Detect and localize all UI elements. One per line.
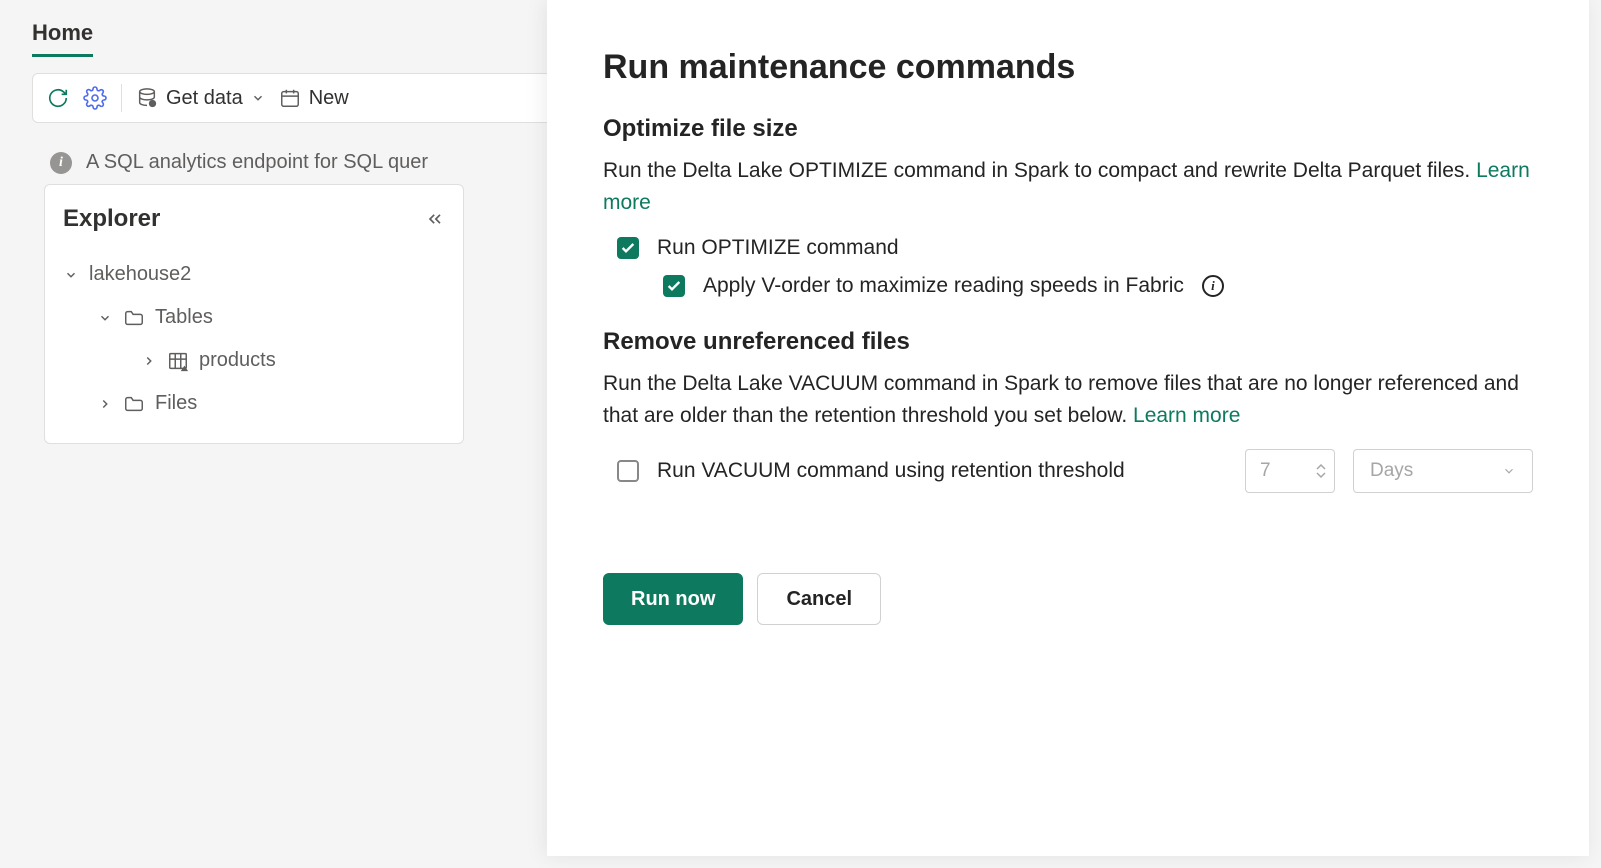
remove-desc: Run the Delta Lake VACUUM command in Spa… (603, 368, 1533, 431)
maintenance-panel: Run maintenance commands Optimize file s… (547, 0, 1589, 856)
panel-actions: Run now Cancel (603, 573, 1533, 625)
tree-root-label: lakehouse2 (89, 263, 191, 286)
remove-heading: Remove unreferenced files (603, 328, 1533, 356)
cancel-button[interactable]: Cancel (757, 573, 881, 625)
info-icon[interactable]: i (1202, 275, 1224, 297)
info-icon: i (50, 152, 72, 174)
tree-tables-label: Tables (155, 306, 213, 329)
info-text: A SQL analytics endpoint for SQL quer (86, 151, 428, 174)
run-optimize-row: Run OPTIMIZE command (617, 236, 1533, 260)
tree-files[interactable]: Files (45, 382, 463, 425)
chevron-right-icon (141, 354, 157, 368)
run-optimize-label: Run OPTIMIZE command (657, 236, 899, 260)
table-icon (167, 350, 189, 372)
folder-icon (123, 307, 145, 329)
vacuum-label: Run VACUUM command using retention thres… (657, 459, 1125, 483)
settings-icon[interactable] (83, 86, 107, 110)
vacuum-row: Run VACUUM command using retention thres… (617, 449, 1533, 493)
remove-learn-more-link[interactable]: Learn more (1133, 404, 1240, 427)
optimize-heading: Optimize file size (603, 115, 1533, 143)
tree-files-label: Files (155, 392, 197, 415)
run-optimize-checkbox[interactable] (617, 237, 639, 259)
tree-tables[interactable]: Tables (45, 296, 463, 339)
tree-root[interactable]: lakehouse2 (45, 253, 463, 296)
refresh-icon[interactable] (47, 87, 69, 109)
retention-value: 7 (1260, 460, 1271, 482)
chevron-down-icon (97, 311, 113, 325)
panel-title: Run maintenance commands (603, 48, 1533, 87)
optimize-desc: Run the Delta Lake OPTIMIZE command in S… (603, 155, 1533, 218)
tree-products-label: products (199, 349, 276, 372)
spinner-buttons[interactable] (1316, 463, 1326, 479)
chevron-right-icon (97, 397, 113, 411)
tab-home[interactable]: Home (32, 20, 93, 57)
retention-value-input[interactable]: 7 (1245, 449, 1335, 493)
calendar-icon (279, 87, 301, 109)
new-label: New (309, 87, 349, 110)
database-icon (136, 87, 158, 109)
explorer-title: Explorer (63, 205, 160, 233)
get-data-button[interactable]: Get data (136, 87, 265, 110)
new-button[interactable]: New (279, 87, 349, 110)
chevron-down-icon (251, 91, 265, 105)
collapse-icon[interactable] (425, 209, 445, 229)
run-now-button[interactable]: Run now (603, 573, 743, 625)
vorder-checkbox[interactable] (663, 275, 685, 297)
vorder-row: Apply V-order to maximize reading speeds… (663, 274, 1533, 298)
toolbar-divider (121, 84, 122, 112)
vacuum-checkbox[interactable] (617, 460, 639, 482)
explorer-panel: Explorer lakehouse2 Tables products (44, 184, 464, 444)
retention-unit: Days (1370, 460, 1413, 482)
folder-icon (123, 393, 145, 415)
chevron-down-icon (63, 268, 79, 282)
retention-unit-select[interactable]: Days (1353, 449, 1533, 493)
tree-products[interactable]: products (45, 339, 463, 382)
vorder-label: Apply V-order to maximize reading speeds… (703, 274, 1184, 298)
get-data-label: Get data (166, 87, 243, 110)
tree: lakehouse2 Tables products Files (45, 247, 463, 431)
